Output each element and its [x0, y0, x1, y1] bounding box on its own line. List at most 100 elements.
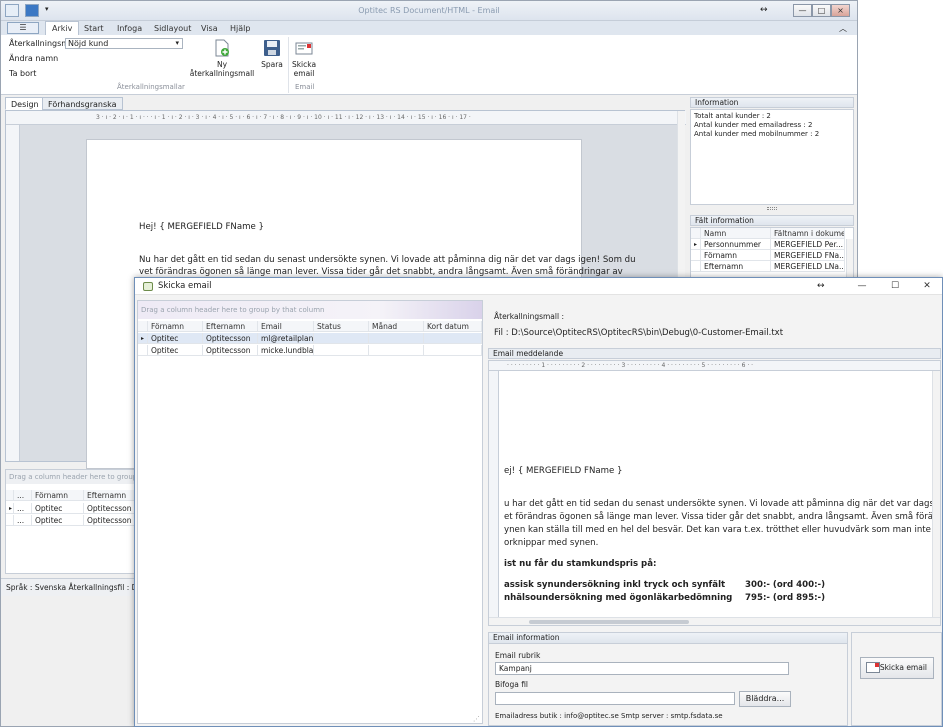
- email-information: Email information Email rubrik Kampanj B…: [488, 632, 848, 726]
- col-status[interactable]: Status: [314, 321, 369, 332]
- cell: Optitec: [32, 515, 84, 526]
- close-button[interactable]: ×: [831, 4, 850, 17]
- scroll-thumb[interactable]: [529, 620, 689, 624]
- window-title: Optitec RS Document/HTML - Email: [358, 6, 500, 15]
- email-vertical-scrollbar[interactable]: [932, 371, 940, 617]
- col-field-name[interactable]: Fältnamn i dokument: [771, 228, 845, 239]
- cell: Optitec: [148, 345, 203, 356]
- cell: Optitecsson: [203, 333, 258, 344]
- maximize-button[interactable]: □: [812, 4, 831, 17]
- cell: Optitec: [32, 503, 84, 514]
- cell: [314, 345, 369, 356]
- row-indicator: [691, 261, 701, 272]
- cell: [369, 333, 424, 344]
- cell: [314, 333, 369, 344]
- col-email[interactable]: Email: [258, 321, 314, 332]
- email-item-2: nhälsoundersökning med ögonläkarbedömnin…: [504, 593, 733, 603]
- col-first-name[interactable]: Förnamn: [32, 490, 84, 501]
- cell: micke.lundbla...: [258, 345, 314, 356]
- row-indicator: [6, 490, 14, 501]
- tab-visa[interactable]: Visa: [201, 24, 218, 33]
- horizontal-ruler[interactable]: 3 · ı · 2 · ı · 1 · ı · · · ı · 1 · ı · …: [6, 111, 686, 125]
- field-info-scrollbar[interactable]: [846, 239, 853, 279]
- email-vertical-ruler[interactable]: [489, 371, 499, 617]
- file-path-label: Fil : D:\Source\OptitecRS\OptitecRS\bin\…: [494, 328, 784, 338]
- cell: Optitecsson: [203, 345, 258, 356]
- tab-arkiv[interactable]: Arkiv: [45, 21, 80, 35]
- field-info-header: Fält information: [690, 215, 854, 226]
- tab-sidlayout[interactable]: Sidlayout: [154, 24, 191, 33]
- col-month[interactable]: Månad: [369, 321, 424, 332]
- ruler-ticks: 3 · ı · 2 · ı · 1 · ı · · · ı · 1 · ı · …: [96, 114, 471, 121]
- cell: ...: [14, 503, 32, 514]
- col-last-name[interactable]: Efternamn: [84, 490, 136, 501]
- email-line-3: ynen kan ställa till med en hel del besv…: [504, 525, 941, 535]
- delete-button[interactable]: Ta bort: [9, 69, 36, 78]
- recipient-grid-header: Förnamn Efternamn Email Status Månad Kor…: [138, 321, 482, 332]
- dialog-close-button[interactable]: ✕: [912, 278, 942, 295]
- dialog-minimize-button[interactable]: —: [847, 278, 877, 295]
- tab-start[interactable]: Start: [84, 24, 104, 33]
- tab-design[interactable]: Design: [5, 97, 45, 110]
- row-indicator: [691, 250, 701, 261]
- recipient-grid: Drag a column header here to group by th…: [137, 300, 483, 724]
- group-hint[interactable]: Drag a column header here to group by th…: [138, 301, 482, 319]
- subject-input[interactable]: Kampanj: [495, 662, 789, 675]
- tab-hjalp[interactable]: Hjälp: [230, 24, 250, 33]
- dialog-maximize-button[interactable]: ☐: [880, 278, 910, 295]
- browse-button[interactable]: Bläddra...: [739, 691, 791, 707]
- col-last-name[interactable]: Efternamn: [203, 321, 258, 332]
- move-icon: ↔: [817, 281, 825, 291]
- table-row[interactable]: ▸ Optitec Optitecsson ml@retailplan...: [138, 333, 482, 344]
- group-hint[interactable]: Drag a column header here to group by th…: [6, 470, 134, 484]
- resize-grip-icon[interactable]: ⋰: [473, 715, 480, 723]
- email-message-header: Email meddelande: [488, 348, 941, 359]
- vertical-ruler[interactable]: [6, 125, 20, 461]
- email-icon: [295, 39, 313, 57]
- col-first-name[interactable]: Förnamn: [148, 321, 203, 332]
- email-message-editor: · · · · · · · · · 1 · · · · · · · · · 2 …: [488, 360, 941, 626]
- doc-greeting: Hej! { MERGEFIELD FName }: [139, 222, 264, 232]
- cell: Optitec: [148, 333, 203, 344]
- table-row[interactable]: ▸ ... Optitec Optitecsson: [6, 503, 136, 514]
- doc-line-1: Nu har det gått en tid sedan du senast u…: [139, 255, 636, 265]
- tab-preview[interactable]: Förhandsgranska: [42, 97, 123, 110]
- save-button[interactable]: Spara: [257, 39, 287, 69]
- minimize-button[interactable]: —: [793, 4, 812, 17]
- ribbon-collapse-icon[interactable]: ︿: [839, 23, 847, 34]
- send-email-ribbon-button[interactable]: Skicka email: [289, 39, 319, 78]
- template-label: Återkallningsmall :: [494, 312, 564, 321]
- email-footer: Emailadress butik : info@optitec.se Smtp…: [495, 712, 723, 720]
- info-email-customers: Antal kunder med emailadress : 2: [694, 121, 813, 129]
- cell: MERGEFIELD FNa...: [771, 250, 845, 261]
- template-combo[interactable]: Nöjd kund ▾: [65, 38, 183, 49]
- table-row[interactable]: Efternamn MERGEFIELD LNa...: [691, 261, 853, 272]
- cell: MERGEFIELD LNa...: [771, 261, 845, 272]
- chevron-down-icon: ▾: [175, 39, 179, 47]
- send-email-button[interactable]: Skicka email: [860, 657, 934, 679]
- row-indicator: [6, 515, 14, 526]
- table-row[interactable]: Optitec Optitecsson micke.lundbla...: [138, 345, 482, 356]
- splitter-grip[interactable]: [767, 207, 777, 210]
- send-button-area: Skicka email: [851, 632, 942, 726]
- customer-grid: Drag a column header here to group by th…: [5, 469, 136, 574]
- col-more[interactable]: ...: [14, 490, 32, 501]
- move-icon: ↔: [760, 5, 768, 15]
- file-tab[interactable]: ☰: [7, 22, 39, 34]
- rename-button[interactable]: Ändra namn: [9, 54, 58, 63]
- new-template-button[interactable]: Ny återkallningsmall: [187, 39, 257, 78]
- table-row[interactable]: ▸ Personnummer MERGEFIELD Per...: [691, 239, 853, 250]
- table-row[interactable]: Förnamn MERGEFIELD FNa...: [691, 250, 853, 261]
- floppy-disk-icon: [263, 39, 281, 57]
- email-horizontal-ruler[interactable]: · · · · · · · · · 1 · · · · · · · · · 2 …: [489, 361, 940, 371]
- field-info-header-row: Namn Fältnamn i dokument: [691, 228, 853, 239]
- table-row[interactable]: ... Optitec Optitecsson: [6, 515, 136, 526]
- tab-infoga[interactable]: Infoga: [117, 24, 142, 33]
- col-name[interactable]: Namn: [701, 228, 771, 239]
- attach-input[interactable]: [495, 692, 735, 705]
- email-horizontal-scrollbar[interactable]: [489, 617, 940, 625]
- customer-grid-header: ... Förnamn Efternamn: [6, 490, 136, 501]
- document-tabs: Design Förhandsgranska: [1, 97, 687, 110]
- col-short-date[interactable]: Kort datum: [424, 321, 482, 332]
- email-line-1: u har det gått en tid sedan du senast un…: [504, 499, 941, 509]
